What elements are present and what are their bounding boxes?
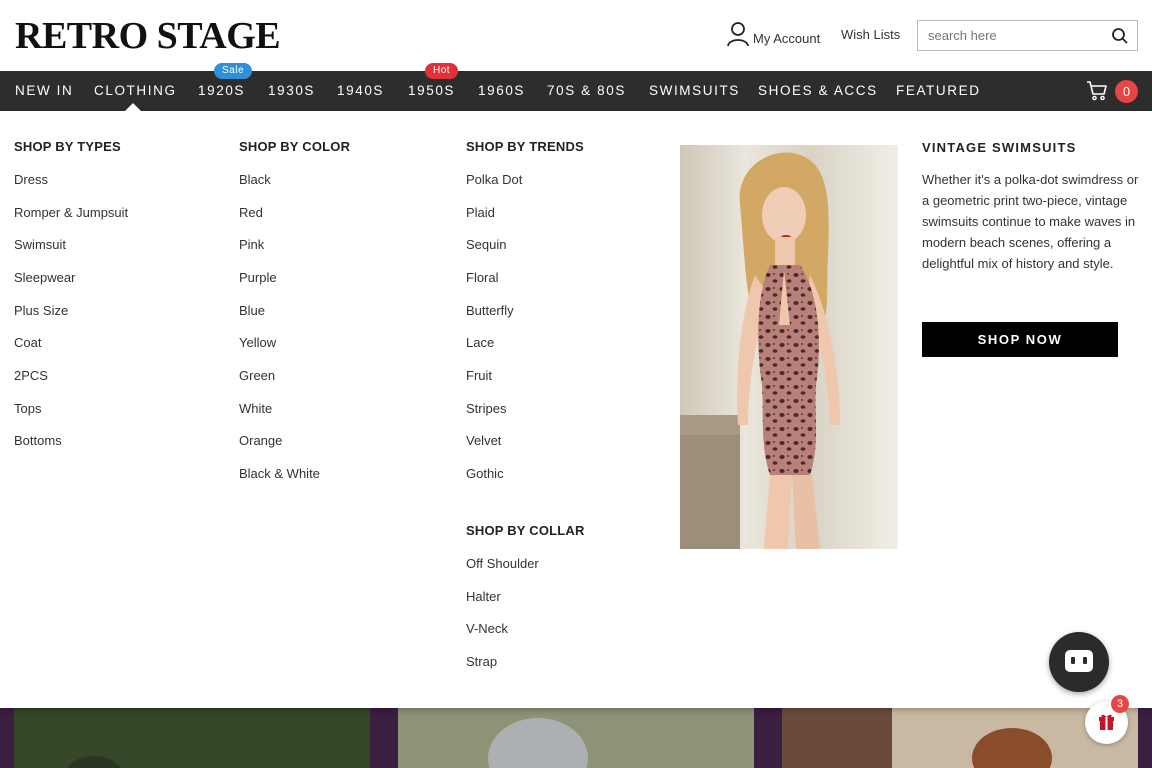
menu-link[interactable]: Lace	[466, 335, 494, 350]
hot-badge: Hot	[425, 63, 459, 79]
menu-link[interactable]: 2PCS	[14, 368, 48, 383]
nav-label: FEATURED	[896, 83, 981, 98]
menu-link[interactable]: Strap	[466, 654, 497, 669]
menu-link[interactable]: Blue	[239, 303, 265, 318]
cart-icon[interactable]	[1086, 80, 1108, 102]
dropdown-caret	[125, 103, 141, 111]
shop-now-button[interactable]: SHOP NOW	[922, 322, 1118, 357]
column-heading: SHOP BY COLOR	[239, 139, 351, 154]
nav-item-featured[interactable]: FEATURED	[896, 71, 981, 111]
menu-link[interactable]: Polka Dot	[466, 172, 522, 187]
promo-title: VINTAGE SWIMSUITS	[922, 140, 1077, 155]
chat-button[interactable]	[1049, 632, 1109, 692]
banner-image-tile[interactable]	[398, 708, 754, 768]
menu-link[interactable]: Bottoms	[14, 433, 62, 448]
my-account-label: My Account	[753, 31, 821, 46]
sale-badge: Sale	[214, 63, 253, 79]
menu-link[interactable]: Sequin	[466, 237, 506, 252]
nav-label: 1950S	[408, 83, 456, 98]
nav-label: 1940S	[337, 83, 385, 98]
menu-link[interactable]: White	[239, 401, 272, 416]
search-box	[917, 20, 1138, 51]
nav-item-1960s[interactable]: 1960S	[478, 71, 525, 111]
wish-lists-link[interactable]: Wish Lists	[841, 27, 900, 42]
menu-link[interactable]: Black	[239, 172, 271, 187]
nav-item-swimsuits[interactable]: SWIMSUITS	[649, 71, 740, 111]
nav-label: SWIMSUITS	[649, 83, 740, 98]
menu-link[interactable]: Purple	[239, 270, 277, 285]
nav-item-1940s[interactable]: 1940S	[337, 71, 384, 111]
menu-link[interactable]: Gothic	[466, 466, 504, 481]
nav-label: NEW IN	[15, 83, 74, 98]
user-icon	[727, 22, 749, 47]
chat-icon	[1065, 650, 1093, 672]
menu-link[interactable]: Orange	[239, 433, 282, 448]
menu-link[interactable]: Fruit	[466, 368, 492, 383]
column-heading: SHOP BY COLLAR	[466, 523, 585, 538]
nav-label: 1930S	[268, 83, 316, 98]
nav-item-1950s[interactable]: 1950S Hot	[408, 63, 459, 111]
menu-link[interactable]: Black & White	[239, 466, 320, 481]
nav-item-shoes-accs[interactable]: SHOES & ACCS	[758, 71, 878, 111]
menu-link[interactable]: Plus Size	[14, 303, 68, 318]
search-icon[interactable]	[1111, 27, 1129, 45]
menu-link[interactable]: Swimsuit	[14, 237, 66, 252]
menu-link[interactable]: Stripes	[466, 401, 506, 416]
cart-count-badge: 0	[1115, 80, 1138, 103]
banner-image-tile[interactable]	[14, 708, 370, 768]
menu-link[interactable]: Tops	[14, 401, 41, 416]
menu-link[interactable]: Plaid	[466, 205, 495, 220]
nav-label: 1960S	[478, 83, 526, 98]
menu-link[interactable]: Pink	[239, 237, 264, 252]
nav-label: 1920S	[198, 83, 246, 98]
menu-link[interactable]: V-Neck	[466, 621, 508, 636]
site-logo[interactable]: RETRO STAGE	[15, 14, 281, 58]
menu-link[interactable]: Velvet	[466, 433, 501, 448]
menu-link[interactable]: Halter	[466, 589, 501, 604]
menu-link[interactable]: Romper & Jumpsuit	[14, 205, 128, 220]
nav-item-1930s[interactable]: 1930S	[268, 71, 315, 111]
nav-item-new-in[interactable]: NEW IN	[15, 71, 73, 111]
menu-link[interactable]: Sleepwear	[14, 270, 75, 285]
menu-link[interactable]: Dress	[14, 172, 48, 187]
nav-item-70s-80s[interactable]: 70S & 80S	[547, 71, 626, 111]
nav-label: SHOES & ACCS	[758, 83, 878, 98]
menu-link[interactable]: Butterfly	[466, 303, 514, 318]
menu-link[interactable]: Green	[239, 368, 275, 383]
menu-link[interactable]: Floral	[466, 270, 499, 285]
main-nav: NEW IN CLOTHING 1920S Sale 1930S 1940S 1…	[0, 63, 1152, 111]
menu-link[interactable]: Coat	[14, 335, 41, 350]
menu-link[interactable]: Red	[239, 205, 263, 220]
nav-label: 70S & 80S	[547, 83, 626, 98]
column-heading: SHOP BY TYPES	[14, 139, 121, 154]
search-input[interactable]	[918, 21, 1103, 50]
clothing-mega-menu: SHOP BY TYPES Dress Romper & Jumpsuit Sw…	[0, 111, 1152, 708]
my-account-link[interactable]: My Account	[727, 21, 820, 47]
promo-description: Whether it's a polka-dot swimdress or a …	[922, 172, 1139, 271]
menu-link[interactable]: Yellow	[239, 335, 276, 350]
page-banner-strip	[0, 708, 1152, 768]
swimsuit-model-photo[interactable]	[680, 145, 898, 549]
nav-label: CLOTHING	[94, 83, 177, 98]
column-heading: SHOP BY TRENDS	[466, 139, 584, 154]
menu-link[interactable]: Off Shoulder	[466, 556, 539, 571]
rewards-count-badge: 3	[1111, 695, 1129, 713]
site-header: RETRO STAGE My Account Wish Lists	[0, 0, 1152, 71]
nav-item-1920s[interactable]: 1920S Sale	[198, 63, 253, 111]
